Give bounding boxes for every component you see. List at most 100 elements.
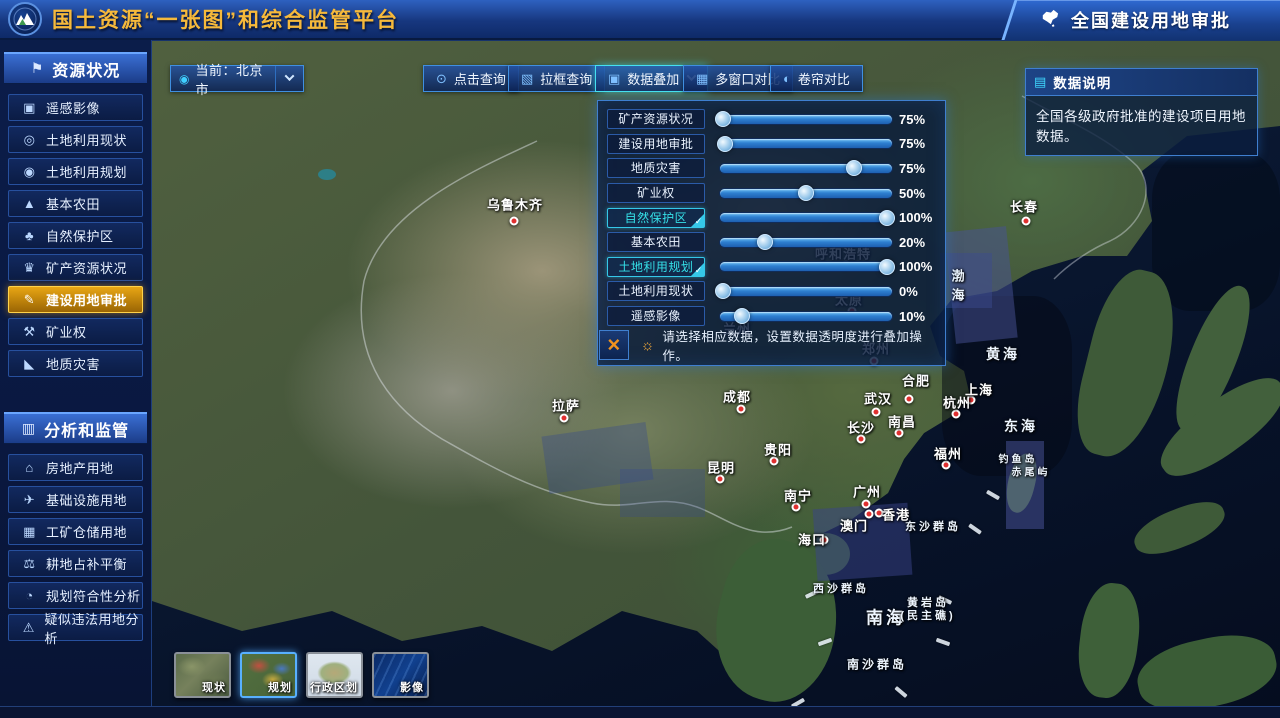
overlay-layer-row: 基本农田 20% (607, 230, 945, 255)
sidebar-item-farmland-balance[interactable]: ⚖耕地占补平衡 (8, 550, 143, 577)
layer-toggle-button[interactable]: 矿产资源状况 (607, 109, 705, 129)
slider-handle[interactable] (717, 136, 733, 152)
close-icon[interactable]: × (599, 330, 629, 360)
mountain-icon: ▲ (22, 196, 37, 211)
city-marker (872, 408, 881, 417)
sea-label: 南沙群岛 (847, 656, 907, 673)
region-selector[interactable]: ◉ 当前：北京市 (170, 65, 304, 92)
sea-label: 东沙群岛 (905, 518, 961, 534)
basemap-thumb-admin[interactable]: 行政区划 (306, 652, 363, 698)
sidebar-item-construction-land-approval[interactable]: ✎建设用地审批 (8, 286, 143, 313)
opacity-slider[interactable] (720, 238, 892, 247)
data-overlay-panel: 矿产资源状况75%建设用地审批75%地质灾害75%矿业权50%自然保护区100%… (597, 100, 946, 366)
sidebar-item-label: 遥感影像 (46, 98, 100, 117)
pickaxe-icon: ⚒ (22, 324, 37, 340)
layer-toggle-button[interactable]: 地质灾害 (607, 158, 705, 178)
layer-toggle-button[interactable]: 遥感影像 (607, 306, 705, 326)
city-marker (510, 217, 519, 226)
chevron-down-icon[interactable] (285, 71, 295, 81)
clock-icon: ◔ (22, 588, 37, 603)
sidebar-item-label: 规划符合性分析 (46, 586, 141, 605)
header-tab-national-approval[interactable]: 全国建设用地审批 (990, 0, 1280, 40)
layer-toggle-button[interactable]: 自然保护区 (607, 208, 705, 228)
sidebar-item-label: 土地利用规划 (46, 162, 127, 181)
sidebar-item-landuse-planning[interactable]: ◉土地利用规划 (8, 158, 143, 185)
data-description-panel: ▤ 数据说明 全国各级政府批准的建设项目用地数据。 (1025, 68, 1258, 156)
overlay-layer-row: 矿业权50% (607, 181, 945, 206)
factory-icon: ▦ (22, 524, 37, 540)
sidebar-item-basic-farmland[interactable]: ▲基本农田 (8, 190, 143, 217)
sidebar-item-illegal-landuse[interactable]: ⚠疑似违法用地分析 (8, 614, 143, 641)
slider-handle[interactable] (715, 283, 731, 299)
opacity-slider[interactable] (720, 213, 892, 222)
layers-icon: ▣ (608, 71, 620, 87)
opacity-slider[interactable] (720, 262, 892, 271)
sidebar-item-label: 地质灾害 (46, 354, 100, 373)
region-label: 当前：北京市 (195, 60, 275, 98)
sidebar-item-nature-reserve[interactable]: ♣自然保护区 (8, 222, 143, 249)
toolbar-button-label: 拉框查询 (540, 69, 592, 88)
box-query-button[interactable]: ▧ 拉框查询 (508, 65, 605, 92)
slider-handle[interactable] (734, 308, 750, 324)
opacity-slider[interactable] (720, 287, 892, 296)
sidebar-item-industrial-storage-land[interactable]: ▦工矿仓储用地 (8, 518, 143, 545)
sidebar: ⚑资源状况▣遥感影像◎土地利用现状◉土地利用规划▲基本农田♣自然保护区♛矿产资源… (0, 40, 152, 706)
layer-toggle-button[interactable]: 矿业权 (607, 183, 705, 203)
flag-search-icon: ⚑ (31, 60, 45, 77)
city-label: 澳门 (840, 516, 868, 535)
opacity-slider[interactable] (720, 189, 892, 198)
opacity-slider[interactable] (720, 164, 892, 173)
app-header: 国土资源“一张图”和综合监管平台 全国建设用地审批 (0, 0, 1280, 40)
sidebar-item-real-estate-land[interactable]: ⌂ 房地产用地 (8, 454, 143, 481)
sidebar-item-label: 建设用地审批 (46, 290, 127, 309)
slider-handle[interactable] (846, 160, 862, 176)
slider-handle[interactable] (879, 210, 895, 226)
sidebar-item-geo-hazard[interactable]: ◣地质灾害 (8, 350, 143, 377)
opacity-value: 0% (899, 284, 945, 299)
house-icon: ⌂ (22, 460, 37, 475)
slider-handle[interactable] (757, 234, 773, 250)
opacity-value: 75% (899, 161, 945, 176)
sidebar-item-label: 房地产用地 (46, 458, 114, 477)
slider-handle[interactable] (798, 185, 814, 201)
location-pin-icon: ◉ (179, 72, 189, 86)
layer-toggle-button[interactable]: 基本农田 (607, 232, 705, 252)
layer-toggle-button[interactable]: 土地利用规划 (607, 257, 705, 277)
sidebar-item-planning-conformity[interactable]: ◔ 规划符合性分析 (8, 582, 143, 609)
basemap-thumb-planning[interactable]: 规划 (240, 652, 297, 698)
basemap-thumb-image[interactable]: 影像 (372, 652, 429, 698)
basemap-thumb-satellite[interactable]: 现状 (174, 652, 231, 698)
overlay-layer-row: 矿产资源状况75% (607, 107, 945, 132)
app-logo-icon (8, 2, 42, 36)
opacity-slider[interactable] (720, 139, 892, 148)
opacity-value: 20% (899, 235, 945, 250)
slider-handle[interactable] (879, 259, 895, 275)
sidebar-item-remote-sensing[interactable]: ▣ 遥感影像 (8, 94, 143, 121)
opacity-slider[interactable] (720, 312, 892, 321)
sidebar-spacer (0, 382, 151, 408)
sidebar-item-mining-rights[interactable]: ⚒矿业权 (8, 318, 143, 345)
layer-toggle-button[interactable]: 建设用地审批 (607, 134, 705, 154)
overlay-hint-text: 请选择相应数据，设置数据透明度进行叠加操作。 (662, 326, 945, 364)
sidebar-item-mineral-resources[interactable]: ♛矿产资源状况 (8, 254, 143, 281)
overlay-layer-row: 土地利用规划100% (607, 255, 945, 280)
slider-handle[interactable] (715, 111, 731, 127)
layer-toggle-button[interactable]: 土地利用现状 (607, 281, 705, 301)
pointer-icon: ⊙ (436, 71, 447, 87)
box-select-icon: ▧ (521, 71, 533, 87)
city-label: 南昌 (888, 412, 916, 431)
swipe-compare-button[interactable]: ◐卷帘对比 (770, 65, 863, 92)
lake (318, 169, 336, 180)
sidebar-item-label: 自然保护区 (46, 226, 114, 245)
image-icon: ▣ (22, 100, 37, 116)
basemap-thumb-label: 现状 (202, 679, 226, 695)
overlay-layer-row: 遥感影像10% (607, 304, 945, 329)
overlay-rows: 矿产资源状况75%建设用地审批75%地质灾害75%矿业权50%自然保护区100%… (598, 101, 945, 328)
click-query-button[interactable]: ⊙点击查询 (423, 65, 519, 92)
sidebar-item-infrastructure-land[interactable]: ✈基础设施用地 (8, 486, 143, 513)
overlay-layer-row: 土地利用现状 0% (607, 279, 945, 304)
sidebar-item-label: 矿产资源状况 (46, 258, 127, 277)
sidebar-item-landuse-current[interactable]: ◎土地利用现状 (8, 126, 143, 153)
city-marker (560, 414, 569, 423)
opacity-slider[interactable] (720, 115, 892, 124)
